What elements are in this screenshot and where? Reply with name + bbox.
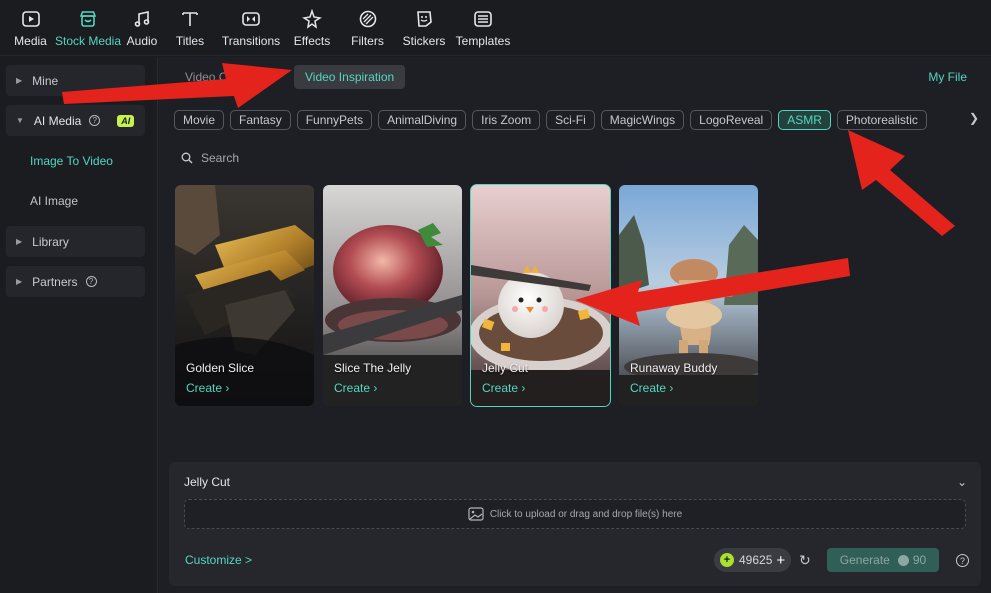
chip-photorealistic[interactable]: Photorealistic bbox=[836, 110, 927, 130]
upload-dropzone[interactable]: Click to upload or drag and drop file(s)… bbox=[184, 499, 966, 529]
card-create-link[interactable]: Create › bbox=[186, 381, 229, 395]
panel-title: Jelly Cut bbox=[184, 475, 231, 489]
caret-down-icon: ▼ bbox=[16, 116, 24, 125]
toolbar-transitions[interactable]: Transitions bbox=[217, 0, 285, 55]
sidebar-item-partners[interactable]: ▶ Partners ? bbox=[6, 266, 145, 297]
text-t-icon bbox=[179, 8, 201, 30]
caret-right-icon: ▶ bbox=[16, 277, 23, 286]
sidebar-item-label: Mine bbox=[32, 73, 59, 88]
generate-button[interactable]: Generate 90 bbox=[827, 548, 939, 572]
toolbar-titles[interactable]: Titles bbox=[163, 0, 217, 55]
category-chips: Movie Fantasy FunnyPets AnimalDiving Iri… bbox=[174, 110, 933, 130]
chip-logoreveal[interactable]: LogoReveal bbox=[690, 110, 773, 130]
caret-right-icon: ▶ bbox=[16, 76, 23, 85]
help-icon[interactable]: ? bbox=[85, 276, 97, 287]
sticker-icon bbox=[413, 8, 435, 30]
chip-movie[interactable]: Movie bbox=[174, 110, 225, 130]
card-title: Runaway Buddy bbox=[630, 361, 718, 375]
card-create-link[interactable]: Create › bbox=[482, 381, 525, 395]
transitions-icon bbox=[240, 8, 262, 30]
credit-coin-icon: + bbox=[720, 553, 734, 567]
caret-right-icon: ▶ bbox=[16, 237, 23, 246]
sidebar-item-image-to-video[interactable]: Image To Video bbox=[30, 154, 113, 168]
generation-panel: Jelly Cut ⌄ Click to upload or drag and … bbox=[169, 462, 981, 586]
sidebar-item-label: Partners bbox=[32, 274, 78, 289]
my-file-link[interactable]: My File bbox=[928, 70, 967, 84]
filters-icon bbox=[357, 8, 379, 30]
media-icon bbox=[20, 8, 42, 30]
sidebar-item-label: Library bbox=[32, 234, 69, 249]
toolbar-templates[interactable]: Templates bbox=[452, 0, 514, 55]
credit-coin-icon bbox=[897, 554, 909, 566]
refresh-icon[interactable]: ↻ bbox=[799, 552, 811, 569]
sidebar: ▶ Mine ▼ AI Media ? AI Image To Video AI… bbox=[0, 57, 158, 593]
chevron-right-icon: › bbox=[521, 381, 526, 395]
templates-icon bbox=[472, 8, 494, 30]
help-icon[interactable]: ? bbox=[89, 115, 101, 126]
stock-media-icon bbox=[77, 8, 99, 30]
search-input[interactable]: Search bbox=[181, 151, 239, 165]
sidebar-item-ai-image[interactable]: AI Image bbox=[30, 194, 78, 208]
chevron-right-icon: › bbox=[373, 381, 378, 395]
main-content: Video C Video Inspiration My File Movie … bbox=[159, 57, 991, 593]
chevron-right-icon[interactable]: ❯ bbox=[969, 111, 979, 125]
card-create-link[interactable]: Create › bbox=[334, 381, 377, 395]
sidebar-item-library[interactable]: ▶ Library bbox=[6, 226, 145, 257]
sidebar-item-ai-media[interactable]: ▼ AI Media ? AI bbox=[6, 105, 145, 136]
chip-fantasy[interactable]: Fantasy bbox=[230, 110, 291, 130]
card-title: Slice The Jelly bbox=[334, 361, 412, 375]
toolbar-stickers[interactable]: Stickers bbox=[396, 0, 452, 55]
tab-video-inspiration[interactable]: Video Inspiration bbox=[294, 65, 406, 89]
sidebar-item-mine[interactable]: ▶ Mine bbox=[6, 65, 145, 96]
chevron-right-icon: › bbox=[225, 381, 230, 395]
add-credits-button[interactable]: + bbox=[776, 552, 785, 569]
effects-sparkle-icon bbox=[301, 8, 323, 30]
credits-balance: + 49625 + bbox=[714, 548, 792, 572]
toolbar-filters[interactable]: Filters bbox=[339, 0, 396, 55]
template-card-runaway-buddy[interactable]: Runaway Buddy Create › bbox=[619, 185, 758, 406]
toolbar-audio[interactable]: Audio bbox=[121, 0, 163, 55]
chevron-down-icon[interactable]: ⌄ bbox=[957, 475, 967, 489]
help-icon[interactable]: ? bbox=[956, 554, 969, 567]
template-card-slice-the-jelly[interactable]: Slice The Jelly Create › bbox=[323, 185, 462, 406]
template-card-golden-slice[interactable]: Golden Slice Create › bbox=[175, 185, 314, 406]
card-title: Golden Slice bbox=[186, 361, 255, 375]
chip-sci-fi[interactable]: Sci-Fi bbox=[546, 110, 595, 130]
chevron-right-icon: › bbox=[669, 381, 674, 395]
card-title: Jelly Cut bbox=[482, 361, 529, 375]
toolbar-stock-media[interactable]: Stock Media bbox=[55, 0, 121, 55]
chip-magicwings[interactable]: MagicWings bbox=[600, 110, 685, 130]
sidebar-item-label: AI Media bbox=[33, 113, 82, 128]
tab-video-creation[interactable]: Video C bbox=[185, 70, 227, 84]
chip-animaldiving[interactable]: AnimalDiving bbox=[378, 110, 467, 130]
search-icon bbox=[181, 152, 193, 164]
chip-iris-zoom[interactable]: Iris Zoom bbox=[472, 110, 541, 130]
template-card-jelly-cut[interactable]: Jelly Cut Create › bbox=[470, 184, 611, 407]
image-upload-icon bbox=[468, 507, 484, 521]
toolbar-media[interactable]: Media bbox=[6, 0, 55, 55]
chip-asmr[interactable]: ASMR bbox=[778, 110, 831, 130]
ai-badge: AI bbox=[117, 114, 135, 127]
top-toolbar: Media Stock Media Audio Titles Transitio… bbox=[0, 0, 991, 56]
chip-funnypets[interactable]: FunnyPets bbox=[296, 110, 373, 130]
toolbar-effects[interactable]: Effects bbox=[285, 0, 339, 55]
customize-link[interactable]: Customize > bbox=[185, 553, 252, 567]
music-note-icon bbox=[131, 8, 153, 30]
card-create-link[interactable]: Create › bbox=[630, 381, 673, 395]
